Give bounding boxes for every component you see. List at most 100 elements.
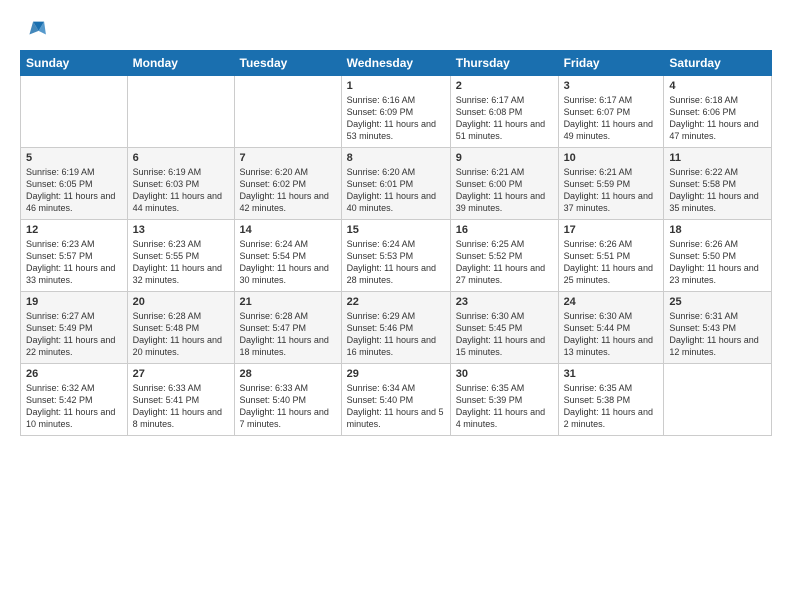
calendar-week-3: 12Sunrise: 6:23 AM Sunset: 5:57 PM Dayli…: [21, 220, 772, 292]
logo: [20, 18, 52, 40]
cell-info: Sunrise: 6:30 AM Sunset: 5:44 PM Dayligh…: [564, 310, 659, 359]
day-header-tuesday: Tuesday: [234, 51, 341, 76]
day-number: 13: [133, 224, 229, 236]
calendar-cell: [234, 76, 341, 148]
calendar-cell: [127, 76, 234, 148]
page: SundayMondayTuesdayWednesdayThursdayFrid…: [0, 0, 792, 612]
cell-info: Sunrise: 6:35 AM Sunset: 5:39 PM Dayligh…: [456, 382, 553, 431]
calendar-cell: 27 Sunrise: 6:33 AM Sunset: 5:41 PM Dayli…: [127, 364, 234, 436]
day-number: 28: [240, 368, 336, 380]
cell-info: Sunrise: 6:22 AM Sunset: 5:58 PM Dayligh…: [669, 166, 766, 215]
cell-info: Sunrise: 6:16 AM Sunset: 6:09 PM Dayligh…: [347, 94, 445, 143]
cell-info: Sunrise: 6:28 AM Sunset: 5:48 PM Dayligh…: [133, 310, 229, 359]
day-number: 17: [564, 224, 659, 236]
calendar-cell: 25Sunrise: 6:31 AM Sunset: 5:43 PM Dayli…: [664, 292, 772, 364]
calendar-cell: 11 Sunrise: 6:22 AM Sunset: 5:58 PM Dayli…: [664, 148, 772, 220]
cell-info: Sunrise: 6:29 AM Sunset: 5:46 PM Dayligh…: [347, 310, 445, 359]
calendar-cell: 15 Sunrise: 6:24 AM Sunset: 5:53 PM Dayli…: [341, 220, 450, 292]
cell-info: Sunrise: 6:25 AM Sunset: 5:52 PM Dayligh…: [456, 238, 553, 287]
day-number: 27: [133, 368, 229, 380]
calendar-week-5: 26Sunrise: 6:32 AM Sunset: 5:42 PM Dayli…: [21, 364, 772, 436]
day-header-saturday: Saturday: [664, 51, 772, 76]
cell-info: Sunrise: 6:17 AM Sunset: 6:07 PM Dayligh…: [564, 94, 659, 143]
day-number: 20: [133, 296, 229, 308]
cell-info: Sunrise: 6:33 AM Sunset: 5:40 PM Dayligh…: [240, 382, 336, 431]
calendar-cell: 23 Sunrise: 6:30 AM Sunset: 5:45 PM Dayli…: [450, 292, 558, 364]
calendar-cell: 8 Sunrise: 6:20 AM Sunset: 6:01 PM Daylig…: [341, 148, 450, 220]
calendar-cell: 10Sunrise: 6:21 AM Sunset: 5:59 PM Dayli…: [558, 148, 664, 220]
day-header-sunday: Sunday: [21, 51, 128, 76]
calendar-cell: [664, 364, 772, 436]
day-number: 23: [456, 296, 553, 308]
cell-info: Sunrise: 6:24 AM Sunset: 5:54 PM Dayligh…: [240, 238, 336, 287]
cell-info: Sunrise: 6:20 AM Sunset: 6:01 PM Dayligh…: [347, 166, 445, 215]
cell-info: Sunrise: 6:18 AM Sunset: 6:06 PM Dayligh…: [669, 94, 766, 143]
calendar-cell: 5 Sunrise: 6:19 AM Sunset: 6:05 PM Daylig…: [21, 148, 128, 220]
day-number: 3: [564, 80, 659, 92]
day-number: 25: [669, 296, 766, 308]
day-number: 14: [240, 224, 336, 236]
calendar-cell: 16Sunrise: 6:25 AM Sunset: 5:52 PM Dayli…: [450, 220, 558, 292]
calendar-cell: 17Sunrise: 6:26 AM Sunset: 5:51 PM Dayli…: [558, 220, 664, 292]
day-header-monday: Monday: [127, 51, 234, 76]
calendar-cell: 3 Sunrise: 6:17 AM Sunset: 6:07 PM Daylig…: [558, 76, 664, 148]
calendar-week-4: 19 Sunrise: 6:27 AM Sunset: 5:49 PM Dayli…: [21, 292, 772, 364]
day-number: 24: [564, 296, 659, 308]
calendar-cell: 1 Sunrise: 6:16 AM Sunset: 6:09 PM Daylig…: [341, 76, 450, 148]
day-header-wednesday: Wednesday: [341, 51, 450, 76]
cell-info: Sunrise: 6:20 AM Sunset: 6:02 PM Dayligh…: [240, 166, 336, 215]
day-number: 15: [347, 224, 445, 236]
day-header-thursday: Thursday: [450, 51, 558, 76]
calendar-cell: 24 Sunrise: 6:30 AM Sunset: 5:44 PM Dayli…: [558, 292, 664, 364]
day-number: 26: [26, 368, 122, 380]
calendar-cell: 18 Sunrise: 6:26 AM Sunset: 5:50 PM Dayli…: [664, 220, 772, 292]
calendar-header-row: SundayMondayTuesdayWednesdayThursdayFrid…: [21, 51, 772, 76]
cell-info: Sunrise: 6:19 AM Sunset: 6:03 PM Dayligh…: [133, 166, 229, 215]
calendar-cell: 4 Sunrise: 6:18 AM Sunset: 6:06 PM Daylig…: [664, 76, 772, 148]
cell-info: Sunrise: 6:24 AM Sunset: 5:53 PM Dayligh…: [347, 238, 445, 287]
calendar-cell: [21, 76, 128, 148]
calendar-cell: 31Sunrise: 6:35 AM Sunset: 5:38 PM Dayli…: [558, 364, 664, 436]
day-number: 19: [26, 296, 122, 308]
calendar-cell: 20 Sunrise: 6:28 AM Sunset: 5:48 PM Dayli…: [127, 292, 234, 364]
day-number: 4: [669, 80, 766, 92]
day-number: 11: [669, 152, 766, 164]
day-number: 22: [347, 296, 445, 308]
calendar-cell: 19 Sunrise: 6:27 AM Sunset: 5:49 PM Dayli…: [21, 292, 128, 364]
day-number: 12: [26, 224, 122, 236]
day-number: 29: [347, 368, 445, 380]
calendar-cell: 21 Sunrise: 6:28 AM Sunset: 5:47 PM Dayli…: [234, 292, 341, 364]
day-number: 2: [456, 80, 553, 92]
day-number: 8: [347, 152, 445, 164]
cell-info: Sunrise: 6:21 AM Sunset: 6:00 PM Dayligh…: [456, 166, 553, 215]
day-number: 21: [240, 296, 336, 308]
calendar-cell: 28 Sunrise: 6:33 AM Sunset: 5:40 PM Dayli…: [234, 364, 341, 436]
cell-info: Sunrise: 6:30 AM Sunset: 5:45 PM Dayligh…: [456, 310, 553, 359]
cell-info: Sunrise: 6:19 AM Sunset: 6:05 PM Dayligh…: [26, 166, 122, 215]
cell-info: Sunrise: 6:28 AM Sunset: 5:47 PM Dayligh…: [240, 310, 336, 359]
cell-info: Sunrise: 6:34 AM Sunset: 5:40 PM Dayligh…: [347, 382, 445, 431]
calendar-week-1: 1 Sunrise: 6:16 AM Sunset: 6:09 PM Daylig…: [21, 76, 772, 148]
calendar-cell: 12Sunrise: 6:23 AM Sunset: 5:57 PM Dayli…: [21, 220, 128, 292]
day-number: 1: [347, 80, 445, 92]
cell-info: Sunrise: 6:23 AM Sunset: 5:55 PM Dayligh…: [133, 238, 229, 287]
cell-info: Sunrise: 6:26 AM Sunset: 5:50 PM Dayligh…: [669, 238, 766, 287]
calendar-cell: 26Sunrise: 6:32 AM Sunset: 5:42 PM Dayli…: [21, 364, 128, 436]
calendar-table: SundayMondayTuesdayWednesdayThursdayFrid…: [20, 50, 772, 436]
calendar-cell: 29 Sunrise: 6:34 AM Sunset: 5:40 PM Dayli…: [341, 364, 450, 436]
calendar-cell: 9 Sunrise: 6:21 AM Sunset: 6:00 PM Daylig…: [450, 148, 558, 220]
day-number: 18: [669, 224, 766, 236]
day-number: 9: [456, 152, 553, 164]
day-number: 5: [26, 152, 122, 164]
calendar-week-2: 5 Sunrise: 6:19 AM Sunset: 6:05 PM Daylig…: [21, 148, 772, 220]
header: [20, 18, 772, 40]
cell-info: Sunrise: 6:27 AM Sunset: 5:49 PM Dayligh…: [26, 310, 122, 359]
cell-info: Sunrise: 6:35 AM Sunset: 5:38 PM Dayligh…: [564, 382, 659, 431]
calendar-cell: 14 Sunrise: 6:24 AM Sunset: 5:54 PM Dayli…: [234, 220, 341, 292]
calendar-cell: 6Sunrise: 6:19 AM Sunset: 6:03 PM Daylig…: [127, 148, 234, 220]
calendar-cell: 30Sunrise: 6:35 AM Sunset: 5:39 PM Dayli…: [450, 364, 558, 436]
logo-icon: [20, 18, 48, 40]
day-header-friday: Friday: [558, 51, 664, 76]
cell-info: Sunrise: 6:33 AM Sunset: 5:41 PM Dayligh…: [133, 382, 229, 431]
calendar-cell: 13 Sunrise: 6:23 AM Sunset: 5:55 PM Dayli…: [127, 220, 234, 292]
